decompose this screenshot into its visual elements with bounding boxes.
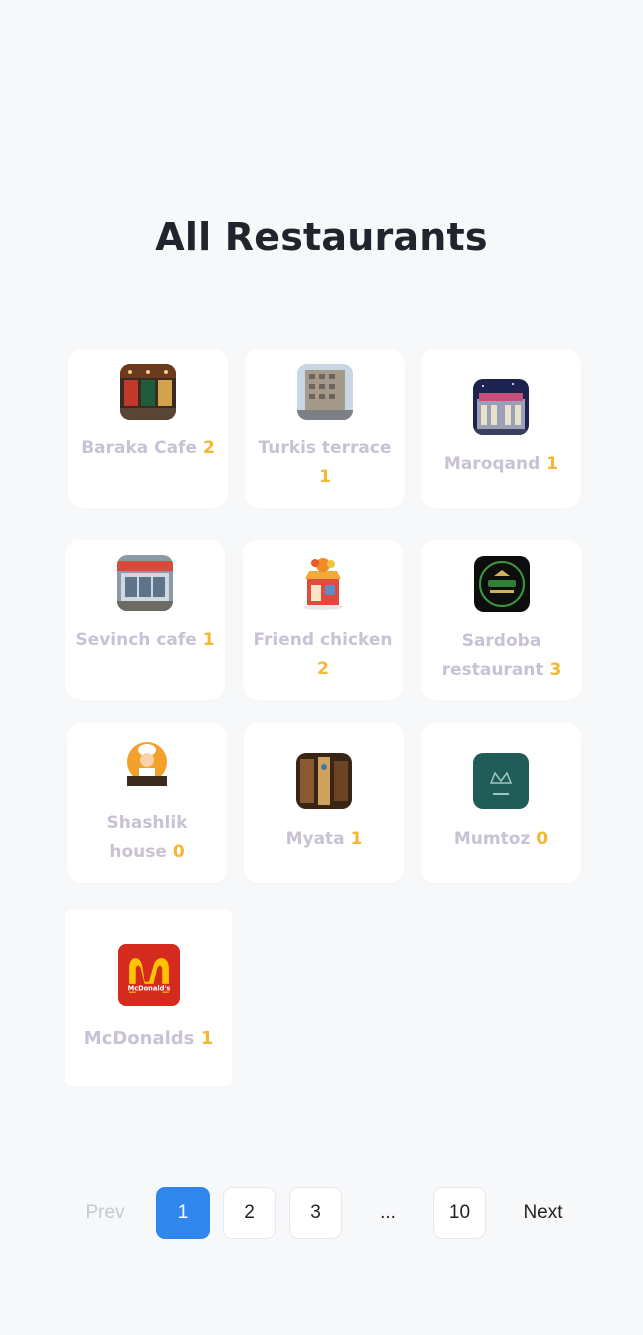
restaurant-count: 1 — [546, 454, 559, 474]
svg-text:McDonald's: McDonald's — [127, 985, 170, 993]
restaurant-name: Mumtoz 0 — [453, 829, 549, 849]
restaurant-name: Turkis terrace 1 — [258, 438, 392, 487]
interior-photo-icon — [296, 753, 352, 809]
restaurant-count: 1 — [350, 829, 363, 849]
restaurant-name: Sevinch cafe 1 — [75, 630, 215, 650]
restaurant-name: Shashlik house 0 — [106, 813, 188, 862]
page-button-3[interactable]: 3 — [289, 1187, 342, 1239]
restaurant-name: Baraka Cafe 2 — [81, 438, 215, 458]
pagination-ellipsis: ... — [380, 1202, 396, 1223]
restaurant-name: Myata 1 — [285, 829, 363, 849]
page-button-2[interactable]: 2 — [223, 1187, 276, 1239]
restaurant-count: 1 — [319, 467, 331, 487]
page-title: All Restaurants — [155, 215, 488, 260]
restaurant-card-maroqand[interactable]: Maroqand 1 — [421, 349, 581, 508]
restaurant-card-friend-chicken[interactable]: Friend chicken 2 — [243, 540, 403, 700]
mcdonalds-logo-icon: McDonald's — [117, 944, 180, 1006]
restaurant-card-mumtoz[interactable]: Mumtoz 0 — [421, 723, 581, 883]
restaurant-count: 1 — [200, 1028, 214, 1049]
palace-photo-icon — [473, 379, 529, 435]
next-button[interactable]: Next — [512, 1187, 574, 1239]
storefront-photo-icon — [117, 555, 173, 611]
crown-logo-icon — [473, 753, 529, 809]
restaurant-card-sevinch-cafe[interactable]: Sevinch cafe 1 — [65, 540, 225, 700]
restaurant-card-turkis-terrace[interactable]: Turkis terrace 1 — [245, 349, 405, 508]
sardoba-logo-icon — [473, 556, 530, 612]
restaurant-card-baraka-cafe[interactable]: Baraka Cafe 2 — [68, 349, 228, 508]
restaurant-name: Friend chicken 2 — [253, 630, 393, 679]
restaurant-name: Sardoba restaurant 3 — [441, 631, 562, 680]
restaurant-card-shashlik-house[interactable]: Shashlik house 0 — [67, 723, 227, 883]
pagination: Prev 1 2 3 ... 10 Next — [0, 1187, 643, 1241]
chef-logo-icon — [119, 738, 175, 794]
restaurant-count: 0 — [172, 842, 185, 862]
restaurant-card-sardoba-restaurant[interactable]: Sardoba restaurant 3 — [421, 540, 582, 700]
page-button-1[interactable]: 1 — [156, 1187, 210, 1239]
restaurant-count: 2 — [317, 659, 329, 679]
page-button-10[interactable]: 10 — [433, 1187, 486, 1239]
restaurant-photo-icon — [120, 364, 176, 420]
restaurant-name: Maroqand 1 — [443, 454, 559, 474]
chicken-shop-icon — [295, 555, 351, 611]
prev-button[interactable]: Prev — [80, 1187, 130, 1239]
restaurant-card-mcdonalds[interactable]: McDonald's McDonalds 1 — [65, 910, 232, 1086]
restaurant-card-myata[interactable]: Myata 1 — [244, 723, 404, 883]
building-photo-icon — [297, 364, 353, 420]
restaurant-count: 2 — [202, 438, 215, 458]
restaurant-count: 3 — [549, 660, 562, 680]
restaurant-count: 0 — [536, 829, 549, 849]
restaurant-name: McDonalds 1 — [83, 1028, 214, 1049]
restaurant-count: 1 — [202, 630, 215, 650]
